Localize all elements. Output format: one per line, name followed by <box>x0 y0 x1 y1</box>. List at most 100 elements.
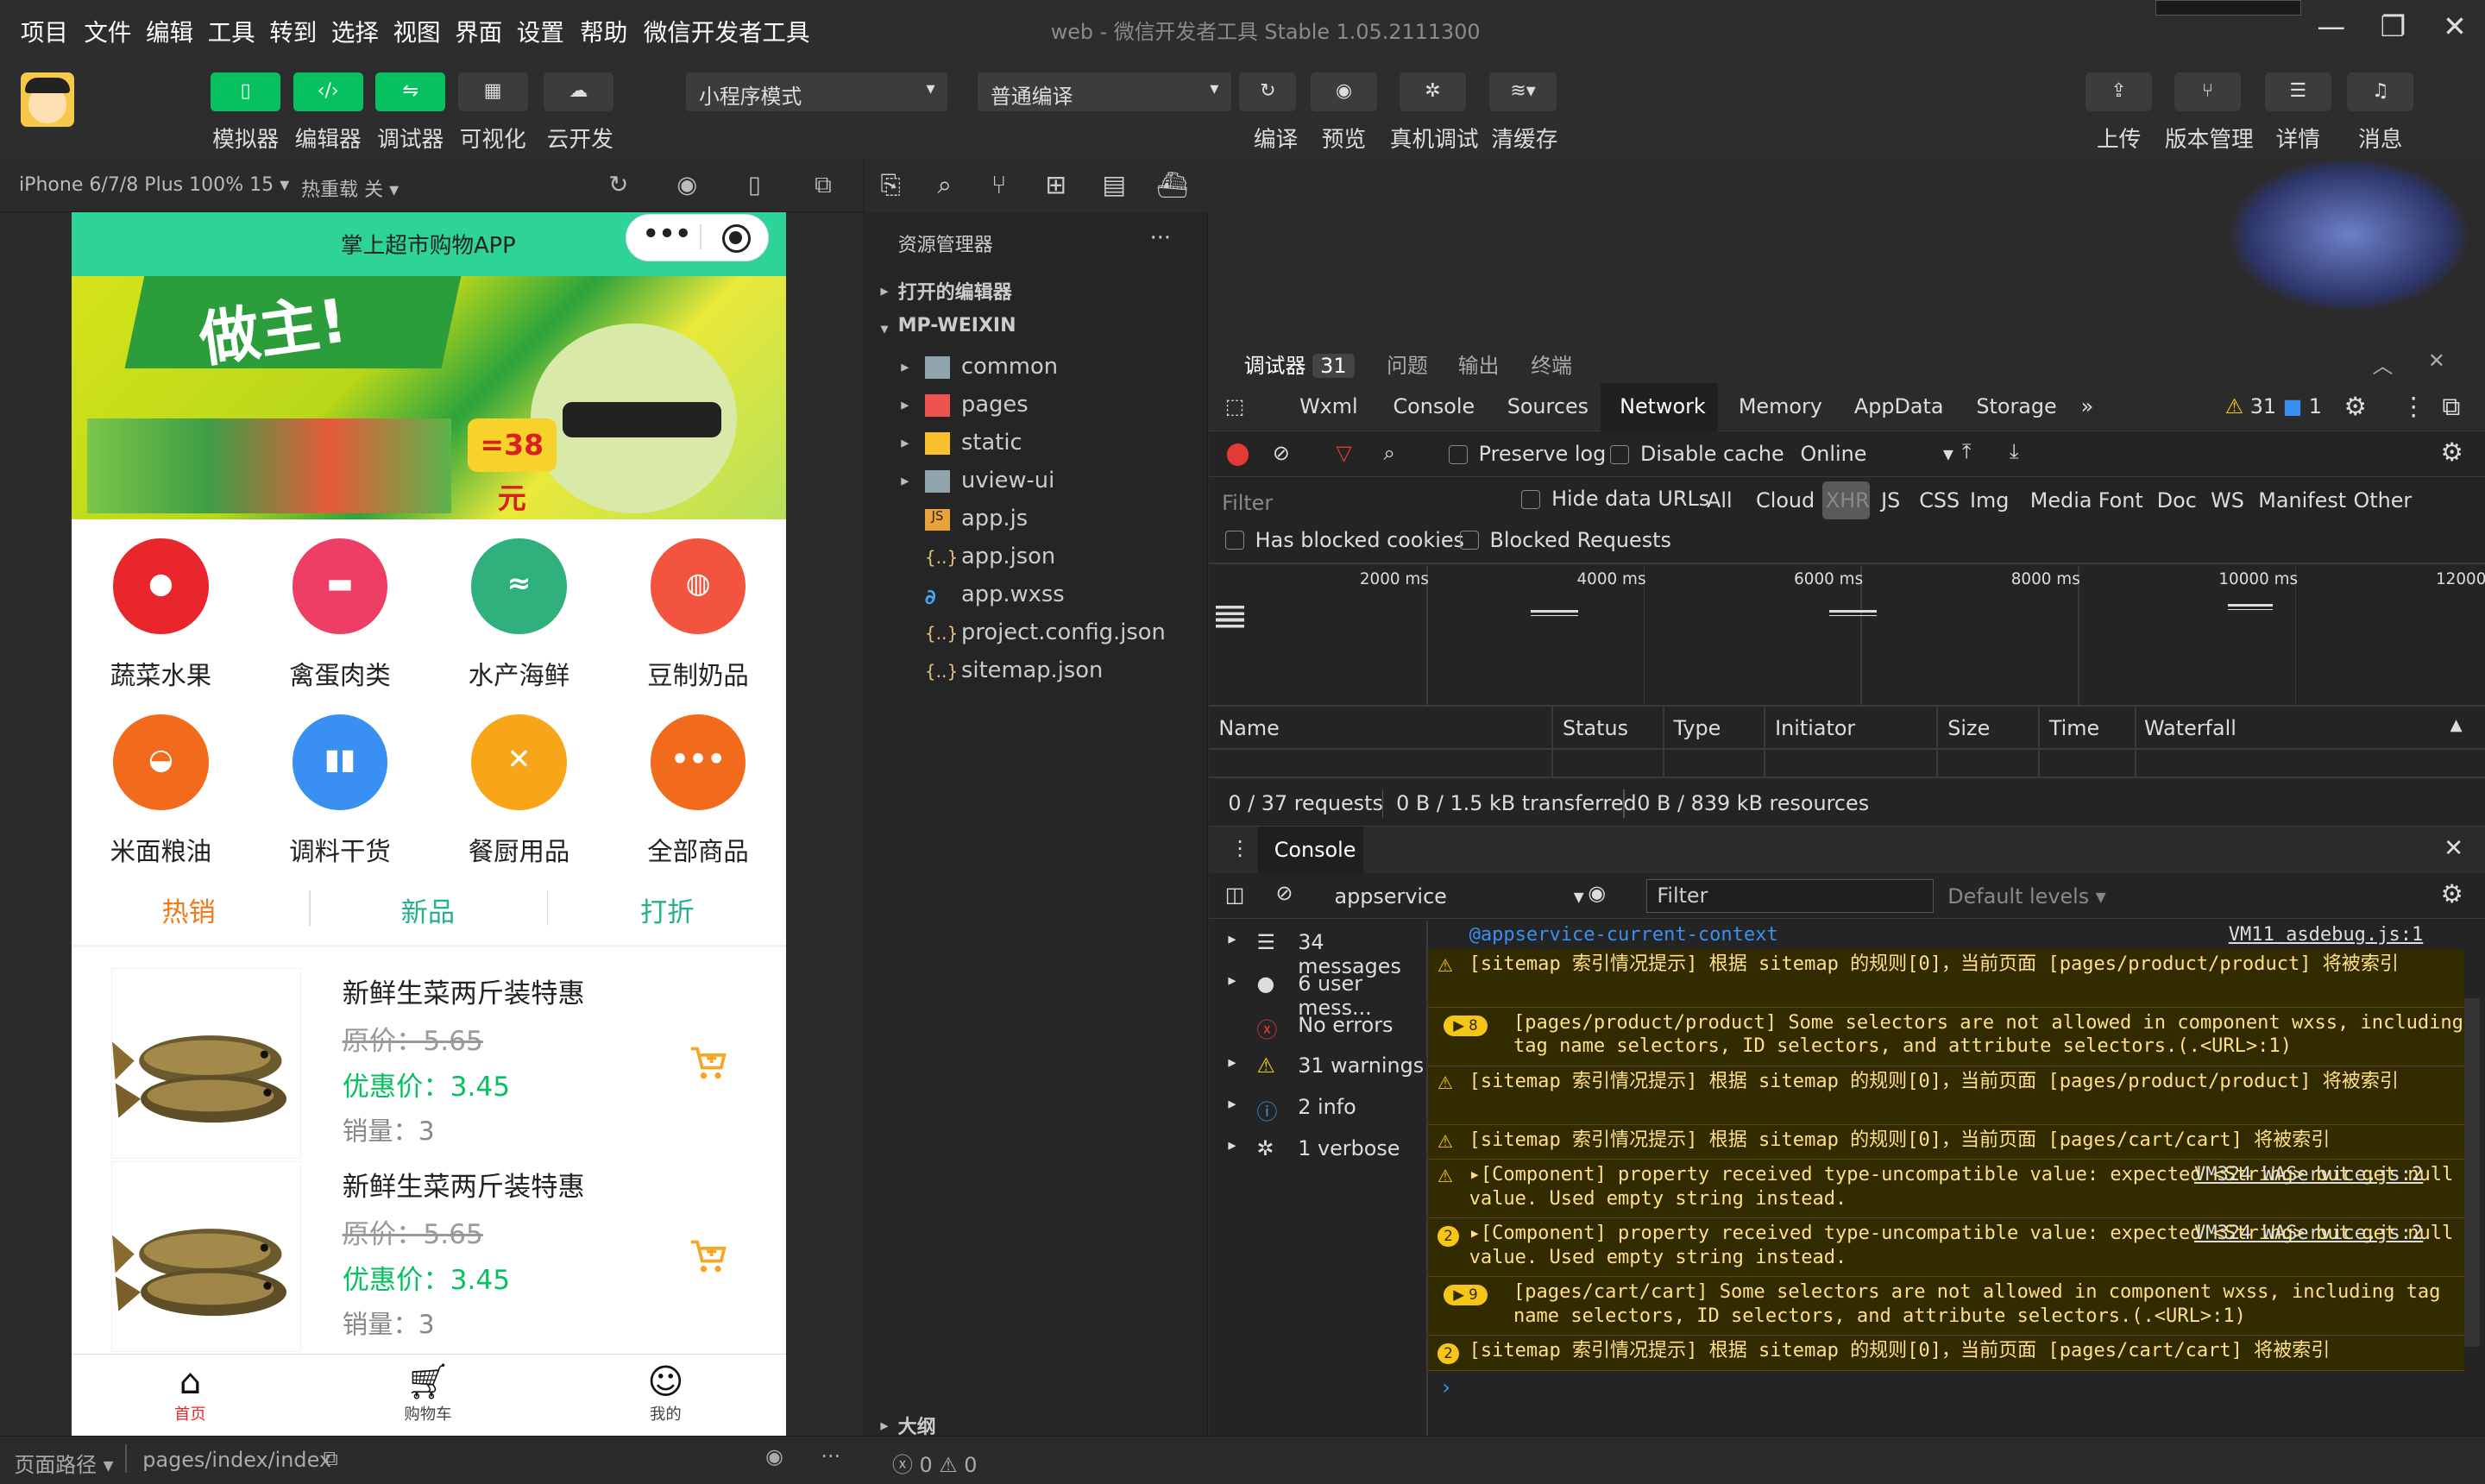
source-link[interactable]: VM324 WAService.js:2 <box>2194 1222 2423 1246</box>
filter-icon[interactable]: ▽ <box>1336 441 1351 465</box>
kebab-icon[interactable]: ⋮ <box>2401 392 2426 421</box>
category-dairy[interactable]: ◍ 豆制奶品 <box>608 538 786 692</box>
console-warning[interactable]: 2 [sitemap 索引情况提示] 根据 sitemap 的规则[0]，当前页面… <box>1427 1336 2465 1371</box>
type-font[interactable]: Font <box>2098 488 2143 512</box>
tab-home[interactable]: ⌂ 首页 <box>72 1361 310 1424</box>
clear-console-icon[interactable]: ⊘ <box>1276 881 1293 905</box>
rotate-icon[interactable]: ↻ <box>608 171 628 198</box>
tab-discount[interactable]: 打折 <box>640 890 694 929</box>
search-icon[interactable]: ⌕ <box>1383 441 1394 465</box>
upload-button[interactable]: ⇪ <box>2086 72 2153 111</box>
preserve-log-checkbox[interactable] <box>1448 445 1468 465</box>
col-waterfall[interactable]: Waterfall <box>2144 716 2236 740</box>
type-img[interactable]: Img <box>1970 488 2009 512</box>
tab-new[interactable]: 新品 <box>401 890 455 929</box>
category-meat-eggs[interactable]: ▬ 禽蛋肉类 <box>250 538 430 692</box>
network-filter-input[interactable]: Filter <box>1222 491 1273 515</box>
hotreload-select[interactable]: 热重载 关 ▾ <box>301 174 399 202</box>
col-type[interactable]: Type <box>1674 716 1721 740</box>
promo-banner[interactable]: 做主! =38元 <box>71 275 786 520</box>
avatar[interactable] <box>20 72 75 127</box>
close-icon[interactable]: ✕ <box>2444 834 2463 862</box>
maximize-icon[interactable]: ❐ <box>2373 9 2414 44</box>
type-doc[interactable]: Doc <box>2157 488 2197 512</box>
console-warning[interactable]: ⚠ [sitemap 索引情况提示] 根据 sitemap 的规则[0]，当前页面… <box>1427 949 2465 1009</box>
menu-wechat-devtools[interactable]: 微信开发者工具 <box>644 13 810 47</box>
menu-select[interactable]: 选择 <box>331 13 379 47</box>
extensions-icon[interactable]: ⊞ <box>1045 170 1066 199</box>
tab-wxml[interactable]: Wxml <box>1299 394 1358 418</box>
console-warning[interactable]: 2 ▸[Component] property received type-unc… <box>1427 1218 2465 1278</box>
search-icon[interactable]: ⌕ <box>937 170 951 200</box>
copy-icon[interactable]: ⧉ <box>324 1446 338 1470</box>
visual-button[interactable]: ▦ <box>457 72 528 111</box>
console-warning[interactable]: ▶ 9 [pages/cart/cart] Some selectors are … <box>1427 1277 2465 1336</box>
menu-goto[interactable]: 转到 <box>269 13 317 47</box>
menu-file[interactable]: 文件 <box>84 13 131 47</box>
drag-icon[interactable]: ⋮ <box>1230 836 1250 860</box>
live-expression-icon[interactable]: ◉ <box>1588 881 1606 905</box>
col-name[interactable]: Name <box>1218 716 1279 740</box>
more-tabs-icon[interactable]: » <box>2081 394 2094 418</box>
console-warning[interactable]: ⚠ ▸[Component] property received type-unc… <box>1427 1160 2465 1219</box>
docker-icon[interactable]: ⛴ <box>1156 170 1188 200</box>
menu-edit[interactable]: 编辑 <box>146 13 193 47</box>
inspect-icon[interactable]: ⬚ <box>1225 394 1245 418</box>
type-js[interactable]: JS <box>1881 488 1900 512</box>
tab-terminal[interactable]: 终端 <box>1531 349 1572 379</box>
mode-select[interactable]: 小程序模式 <box>686 72 948 111</box>
menu-view[interactable]: 视图 <box>393 13 441 47</box>
details-button[interactable]: ☰ <box>2264 72 2331 111</box>
console-settings-icon[interactable]: ⚙ <box>2441 879 2463 909</box>
type-ws[interactable]: WS <box>2211 488 2244 512</box>
console-scrollbar[interactable] <box>2464 998 2481 1348</box>
category-seafood[interactable]: ≈ 水产海鲜 <box>430 538 609 692</box>
page-path-label[interactable]: 页面路径 ▾ <box>15 1448 114 1478</box>
tab-console[interactable]: Console <box>1393 394 1475 418</box>
product-card[interactable]: 新鲜生菜两斤装特惠 原价：5.65 优惠价：3.45 销量：3 <box>72 1161 786 1355</box>
context-select[interactable]: appservice ▾ <box>1334 884 1583 909</box>
eye-icon[interactable]: ◉ <box>765 1444 783 1468</box>
network-settings-icon[interactable]: ⚙ <box>2441 437 2463 467</box>
type-other[interactable]: Other <box>2353 488 2412 512</box>
close-icon[interactable]: ✕ <box>2428 349 2445 373</box>
capsule-button[interactable]: ••• <box>626 213 769 262</box>
menu-project[interactable]: 项目 <box>21 13 68 47</box>
col-status[interactable]: Status <box>1563 716 1628 740</box>
col-time[interactable]: Time <box>2049 716 2099 740</box>
add-cart-icon[interactable] <box>689 1044 727 1082</box>
console-warning[interactable]: ⚠ [sitemap 索引情况提示] 根据 sitemap 的规则[0]，当前页面… <box>1427 1066 2465 1126</box>
tab-hot[interactable]: 热销 <box>161 890 215 929</box>
menu-help[interactable]: 帮助 <box>580 13 627 47</box>
tab-sources[interactable]: Sources <box>1507 394 1589 418</box>
type-manifest[interactable]: Manifest <box>2258 488 2346 512</box>
tab-output[interactable]: 输出 <box>1458 349 1500 379</box>
compile-button[interactable]: ↻ <box>1239 72 1297 111</box>
type-css[interactable]: CSS <box>1919 488 1960 512</box>
export-icon[interactable]: ⤓ <box>2010 439 2019 463</box>
close-icon[interactable]: ✕ <box>2434 9 2476 44</box>
more-icon[interactable]: ··· <box>1150 225 1172 251</box>
tab-debugger[interactable]: 调试器 31 <box>1244 349 1355 379</box>
col-size[interactable]: Size <box>1947 716 1990 740</box>
editor-button[interactable]: ‹/› <box>293 72 363 111</box>
problem-counts[interactable]: ⓧ 0 ⚠ 0 <box>892 1448 977 1478</box>
source-link[interactable]: VM11 asdebug.js:1 <box>2229 924 2424 946</box>
import-icon[interactable]: ⤒ <box>1962 439 1972 463</box>
type-all[interactable]: All <box>1707 488 1733 512</box>
throttle-select[interactable]: Online ▾ <box>1800 442 1953 466</box>
tab-memory[interactable]: Memory <box>1739 394 1822 418</box>
dock-icon[interactable]: ⧉ <box>2442 392 2460 422</box>
messages-button[interactable]: ♫ <box>2347 72 2414 111</box>
tab-mine[interactable]: ☺ 我的 <box>547 1361 785 1424</box>
version-button[interactable]: ⑂ <box>2174 72 2242 111</box>
blocked-requests-checkbox[interactable] <box>1459 531 1479 550</box>
clear-icon[interactable]: ⊘ <box>1273 441 1290 465</box>
product-card[interactable]: 新鲜生菜两斤装特惠 原价：5.65 优惠价：3.45 销量：3 <box>72 968 786 1161</box>
device-select[interactable]: iPhone 6/7/8 Plus 100% 15 ▾ <box>19 174 289 196</box>
collapse-icon[interactable]: ︿ <box>2373 349 2394 379</box>
sort-icon[interactable]: ▲ <box>2450 716 2463 734</box>
more-icon[interactable]: ••• <box>643 219 691 248</box>
type-xhr[interactable]: XHR <box>1826 488 1870 512</box>
debugger-button[interactable]: ⇋ <box>375 72 446 111</box>
